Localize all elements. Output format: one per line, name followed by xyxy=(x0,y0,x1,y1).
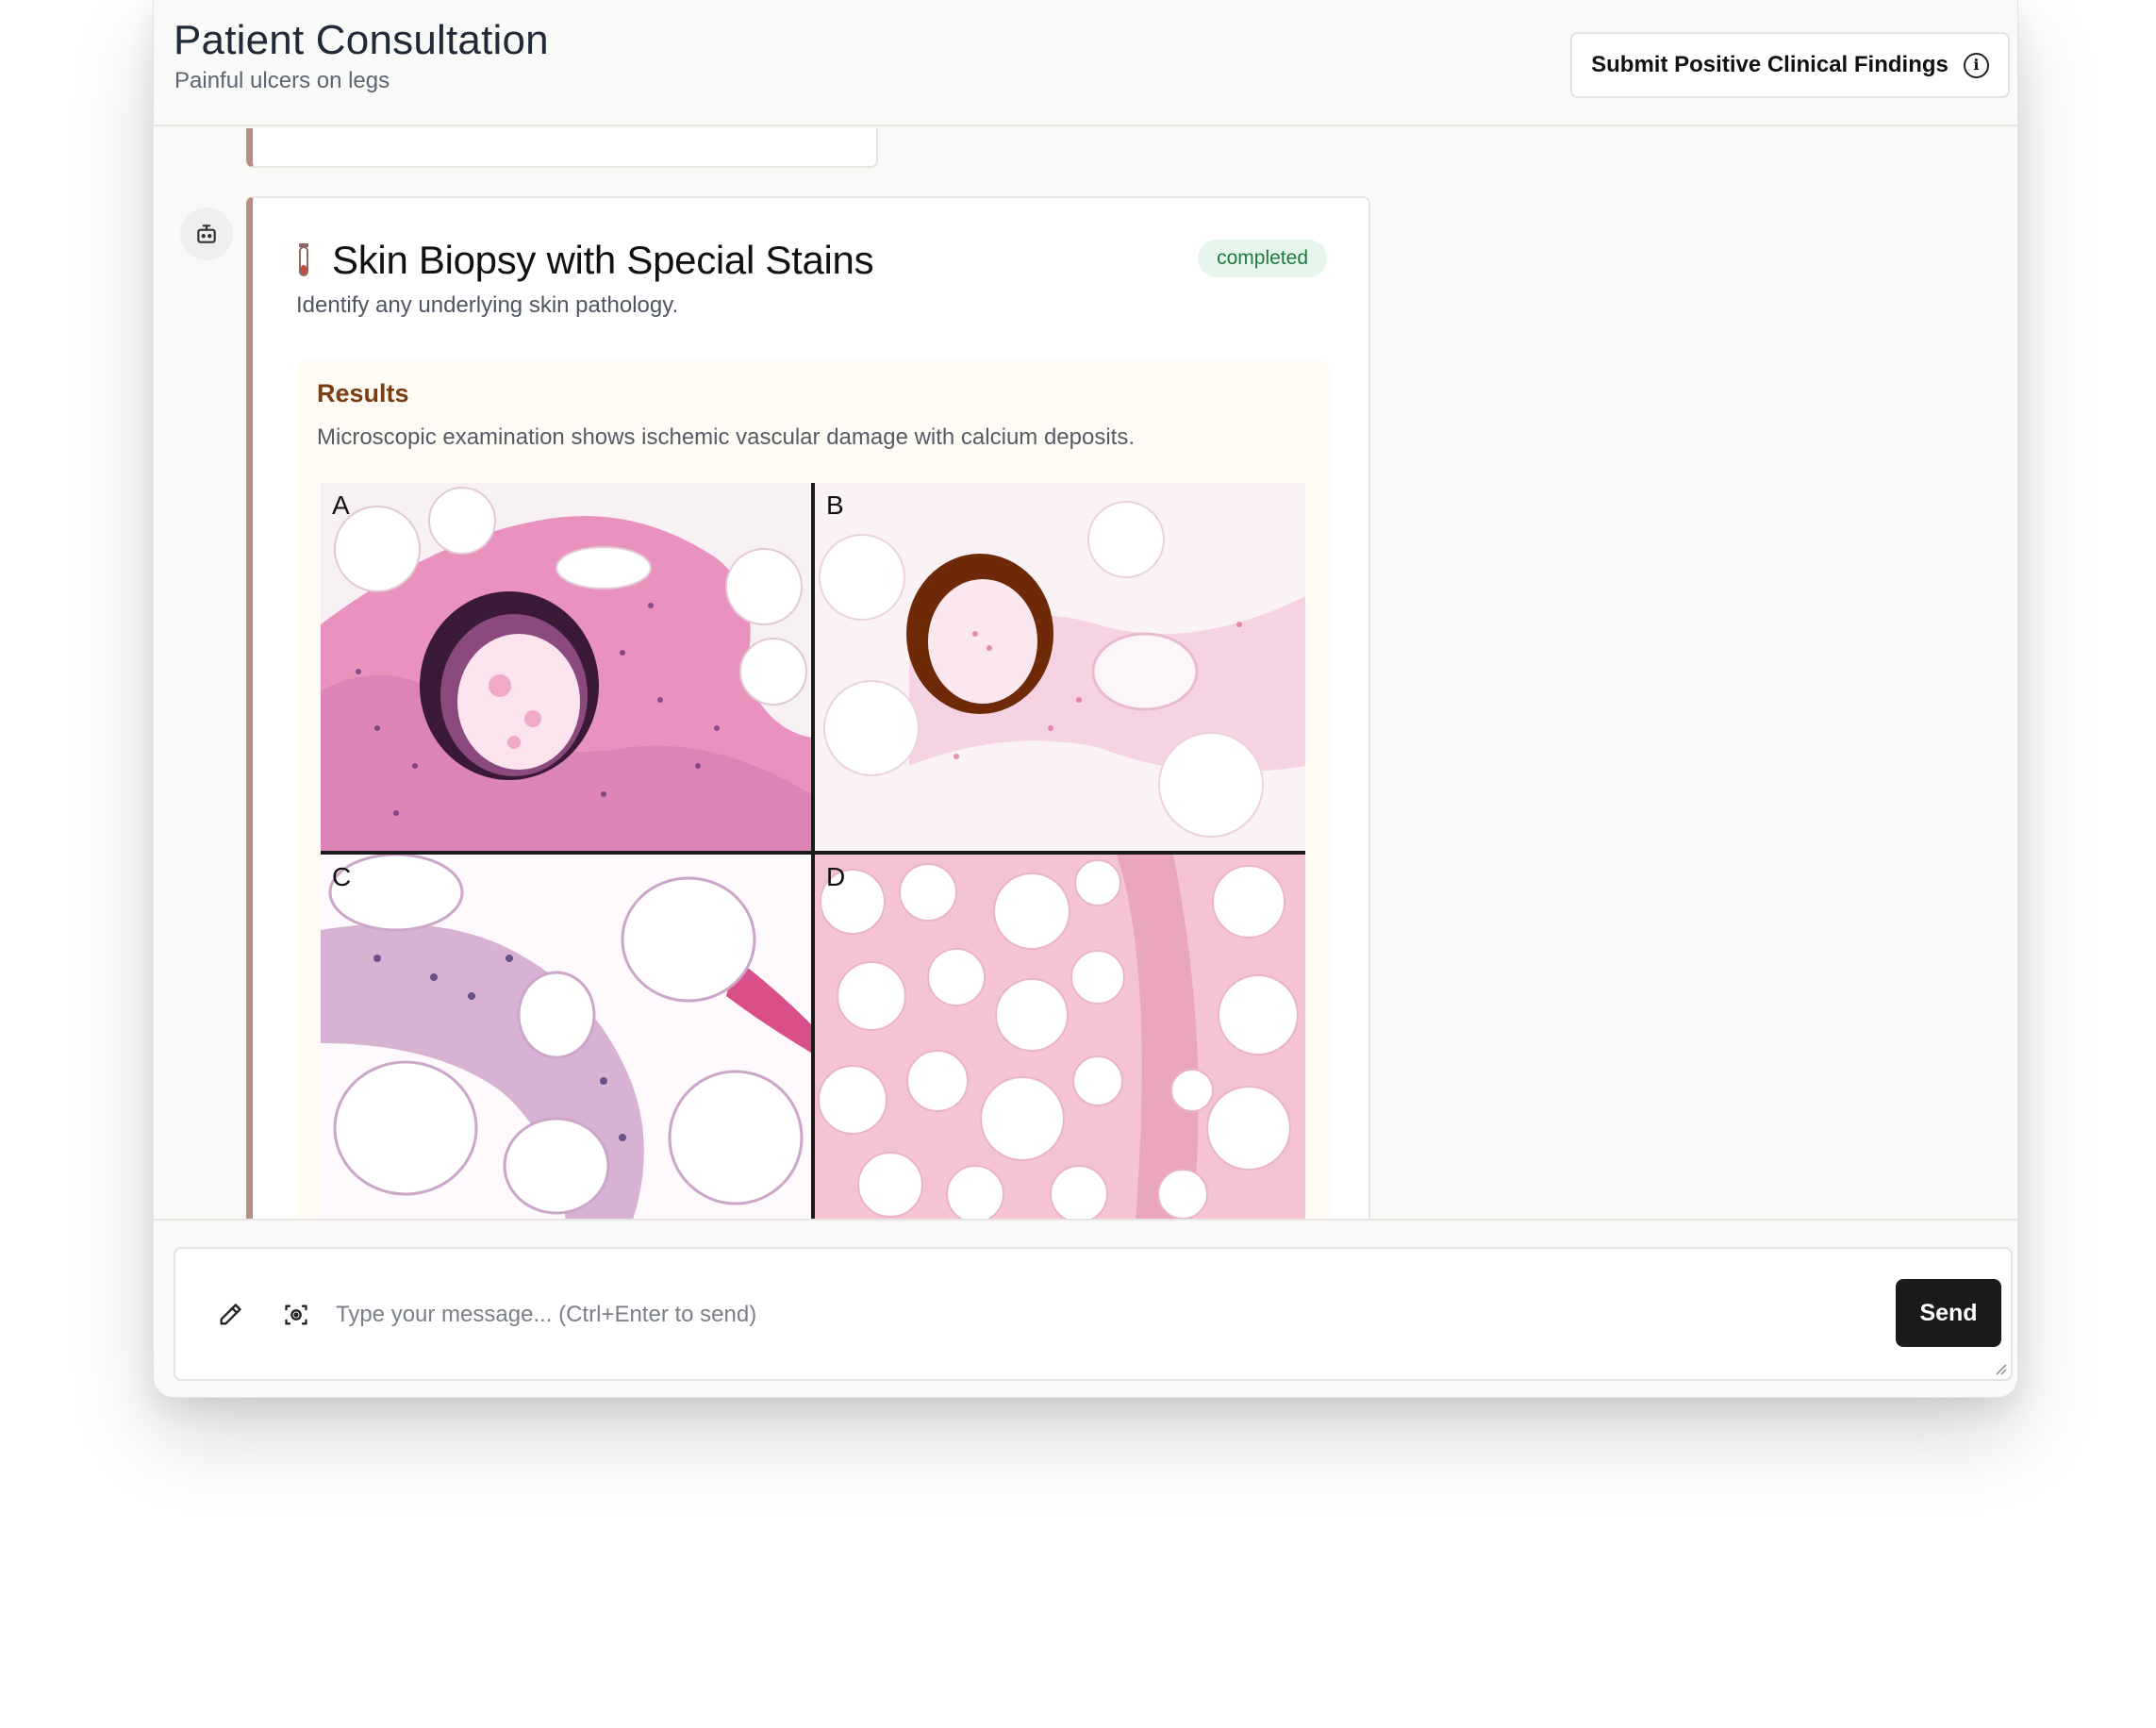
page-title: Patient Consultation xyxy=(174,17,549,63)
pencil-button[interactable] xyxy=(207,1292,253,1338)
panel-label-c: C xyxy=(332,862,352,891)
panel-label-a: A xyxy=(332,490,350,520)
histology-panel-d: D xyxy=(815,855,1305,1219)
chat-thread[interactable]: Skin Biopsy with Special Stains complete… xyxy=(154,128,2017,1219)
page-subtitle: Painful ulcers on legs xyxy=(174,68,390,93)
message-input[interactable] xyxy=(336,1287,1845,1343)
composer-area: Send xyxy=(154,1219,2017,1397)
results-text: Microscopic examination shows ischemic v… xyxy=(317,424,1136,450)
card-title-row: Skin Biopsy with Special Stains xyxy=(296,238,874,283)
bot-avatar xyxy=(180,208,233,260)
histology-panel-b: B xyxy=(815,483,1305,851)
histology-panel-c: C xyxy=(321,855,811,1219)
results-heading: Results xyxy=(317,379,409,407)
panel-label-b: B xyxy=(826,490,844,520)
card-title: Skin Biopsy with Special Stains xyxy=(332,238,874,282)
test-tube-icon xyxy=(299,243,308,276)
status-badge: completed xyxy=(1198,240,1327,277)
camera-scan-button[interactable] xyxy=(274,1292,319,1338)
resize-grip-icon[interactable] xyxy=(1992,1360,2007,1375)
histology-panel-a: A xyxy=(321,483,811,851)
histology-image: A B C D xyxy=(321,483,1305,1219)
app-window: Patient Consultation Painful ulcers on l… xyxy=(153,0,2018,1398)
camera-scan-icon xyxy=(285,1304,307,1325)
results-section: Results Microscopic examination shows is… xyxy=(296,360,1330,1219)
submit-findings-button[interactable]: Submit Positive Clinical Findings i xyxy=(1570,32,2010,98)
header: Patient Consultation Painful ulcers on l… xyxy=(154,0,2017,126)
info-icon: i xyxy=(1963,52,1989,78)
card-description: Identify any underlying skin pathology. xyxy=(296,292,679,318)
submit-findings-label: Submit Positive Clinical Findings xyxy=(1591,52,1949,77)
send-button[interactable]: Send xyxy=(1896,1279,2001,1347)
robot-icon xyxy=(197,224,216,243)
pencil-icon xyxy=(220,1304,241,1325)
panel-label-d: D xyxy=(826,862,846,891)
previous-message-card xyxy=(246,128,878,168)
test-result-card: Skin Biopsy with Special Stains complete… xyxy=(246,196,1370,1219)
message-composer: Send xyxy=(174,1247,2013,1381)
